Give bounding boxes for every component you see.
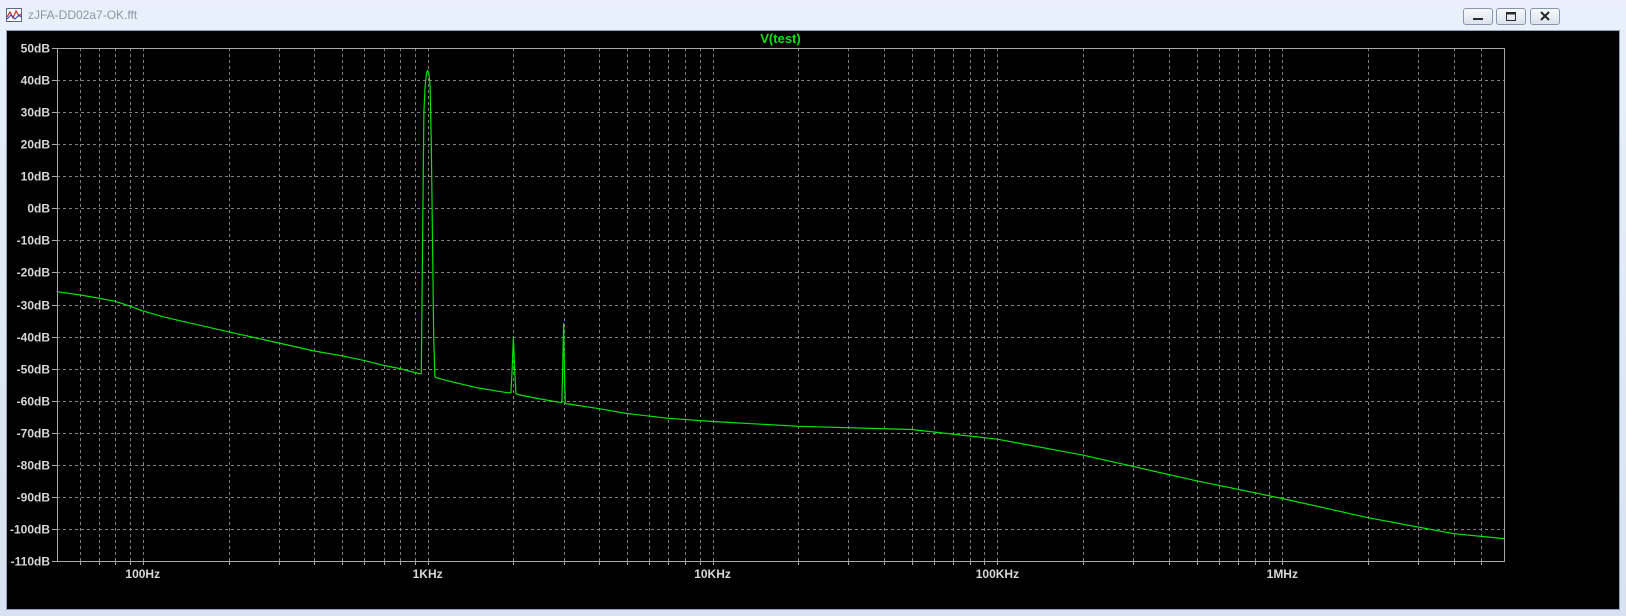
y-tick-label: -70dB: [17, 427, 51, 441]
waveform-icon: [6, 8, 22, 22]
y-tick-label: -40dB: [17, 331, 51, 345]
y-tick-label: 30dB: [21, 106, 51, 120]
x-tick-label: 10KHz: [694, 567, 731, 581]
x-tick-label: 1KHz: [413, 567, 443, 581]
fft-chart[interactable]: 50dB 40dB 30dB 20dB 10dB 0dB -10dB -20dB -30dB -4…: [7, 31, 1619, 609]
y-tick-label: -10dB: [17, 234, 51, 248]
y-tick-label: 10dB: [21, 170, 51, 184]
y-tick-label: 40dB: [21, 74, 51, 88]
y-tick-label: 50dB: [21, 42, 51, 56]
y-tick-label: 20dB: [21, 138, 51, 152]
x-tick-label: 100Hz: [125, 567, 160, 581]
maximize-button[interactable]: [1496, 8, 1526, 25]
application-window: zJFA-DD02a7-OK.fft 50dB 40dB 30dB 20dB 10dB 0…: [0, 0, 1626, 616]
plot-pane[interactable]: 50dB 40dB 30dB 20dB 10dB 0dB -10dB -20dB -30dB -4…: [6, 30, 1620, 610]
maximize-icon: [1506, 12, 1516, 21]
minimize-button[interactable]: [1463, 8, 1493, 25]
minimize-icon: [1473, 18, 1483, 20]
y-tick-label: -80dB: [17, 459, 51, 473]
trace-title[interactable]: V(test): [760, 31, 800, 46]
tick-layer: 50dB 40dB 30dB 20dB 10dB 0dB -10dB -20dB -30dB -4…: [10, 42, 1482, 581]
x-tick-label: 1MHz: [1267, 567, 1298, 581]
y-tick-label: -60dB: [17, 395, 51, 409]
y-tick-label: -110dB: [11, 555, 51, 569]
window-title: zJFA-DD02a7-OK.fft: [28, 8, 138, 22]
y-tick-label: -20dB: [17, 266, 51, 280]
title-bar[interactable]: zJFA-DD02a7-OK.fft: [0, 0, 1626, 30]
y-tick-label: -90dB: [17, 491, 51, 505]
trace-layer: [56, 69, 1505, 540]
grid-layer: [57, 48, 1504, 561]
y-tick-label: -100dB: [10, 523, 50, 537]
y-tick-label: -30dB: [17, 299, 51, 313]
close-button[interactable]: [1530, 8, 1560, 25]
y-tick-label: 0dB: [27, 202, 50, 216]
x-tick-label: 100KHz: [976, 567, 1019, 581]
close-icon: [1540, 11, 1550, 21]
y-tick-label: -50dB: [17, 363, 51, 377]
series-line: [56, 69, 1505, 540]
